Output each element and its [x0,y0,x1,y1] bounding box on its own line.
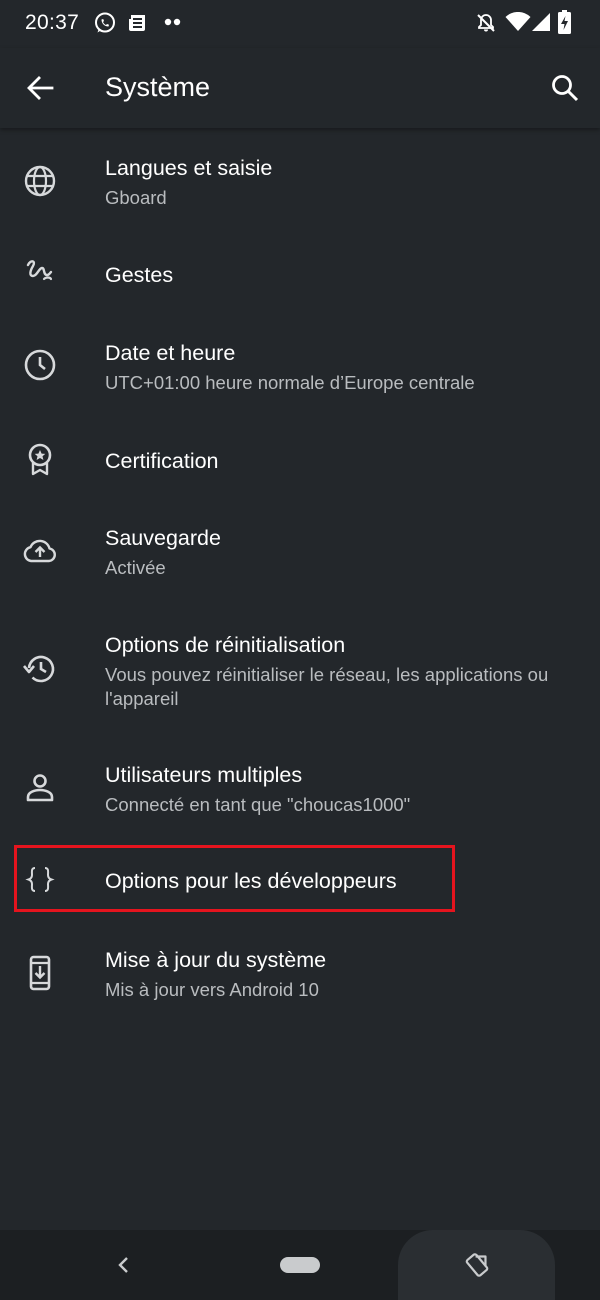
item-title: Certification [105,449,219,473]
status-bar: 20:37 [0,0,600,48]
item-title: Sauvegarde [105,526,221,550]
home-pill-icon[interactable] [280,1257,320,1273]
item-title: Options de réinitialisation [105,633,346,657]
clock-icon [24,349,56,381]
item-subtitle: Connecté en tant que "choucas1000" [105,794,411,815]
wifi-icon [505,12,531,31]
settings-item-languages[interactable]: Langues et saisie Gboard [0,140,600,224]
arrow-back-icon[interactable] [26,74,54,102]
settings-item-certification[interactable]: Certification [0,420,600,500]
item-title: Mise à jour du système [105,948,327,972]
settings-item-backup[interactable]: Sauvegarde Activée [0,510,600,594]
settings-item-date-time[interactable]: Date et heure UTC+01:00 heure normale d’… [0,325,600,409]
navigation-bar [0,1230,600,1300]
item-subtitle: Vous pouvez réinitialiser le réseau, les… [105,664,549,709]
cloud-upload-icon [23,539,56,563]
settings-item-system-update[interactable]: Mise à jour du système Mis à jour vers A… [0,932,600,1016]
history-icon [23,655,55,683]
person-icon [26,774,54,802]
notifications-off-icon [477,14,495,32]
item-title: Langues et saisie [105,156,273,180]
item-subtitle: Mis à jour vers Android 10 [105,979,319,1000]
news-icon [129,15,145,31]
settings-item-multiple-users[interactable]: Utilisateurs multiples Connecté en tant … [0,747,600,831]
status-time: 20:37 [25,11,80,34]
nav-back-icon[interactable] [113,1252,133,1278]
item-subtitle: UTC+01:00 heure normale d’Europe central… [105,372,475,393]
item-title: Utilisateurs multiples [105,763,303,787]
item-subtitle: Gboard [105,187,167,208]
settings-item-gestures[interactable]: Gestes [0,235,600,315]
settings-item-reset-options[interactable]: Options de réinitialisation Vous pouvez … [0,617,600,727]
search-icon[interactable] [550,73,580,103]
signal-icon [532,13,550,31]
more-dots-icon [164,18,181,26]
battery-charging-icon [558,10,571,34]
app-bar: Système [0,48,600,128]
certificate-icon [28,443,52,476]
screen: 20:37 Système Langues et saisie Gboard G… [0,0,600,1300]
page-title: Système [105,72,211,102]
item-title: Date et heure [105,341,236,365]
whatsapp-icon [95,12,115,33]
item-subtitle: Activée [105,557,166,578]
globe-icon [24,165,56,197]
system-update-icon [29,955,51,991]
item-title: Gestes [105,263,174,287]
rotate-icon[interactable] [462,1250,492,1280]
highlight-box [14,845,455,912]
gesture-icon [26,260,53,281]
